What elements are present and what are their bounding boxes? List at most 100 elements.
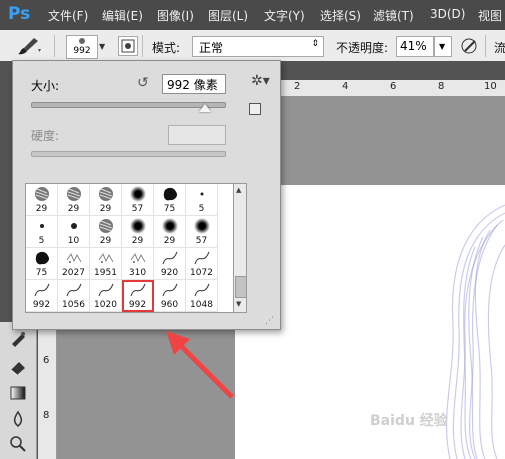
brush-preset-item[interactable]: 29	[154, 216, 186, 248]
brush-size-label: 1056	[62, 300, 85, 310]
brush-preset-picker[interactable]: 992	[66, 35, 98, 59]
brush-tip-icon	[97, 282, 115, 298]
separator	[54, 35, 55, 57]
size-slider-thumb[interactable]	[199, 104, 211, 112]
size-slider[interactable]	[31, 102, 226, 108]
brush-tip-icon	[97, 186, 115, 202]
brush-size-label: 29	[99, 204, 112, 214]
brush-preset-item[interactable]: 960	[154, 280, 186, 312]
brush-size-label: 310	[128, 268, 147, 278]
brush-tip-icon	[129, 250, 147, 266]
resize-grip-icon[interactable]: ⋰	[265, 316, 274, 326]
brush-preset-item[interactable]: 992	[26, 280, 58, 312]
brush-size-label: 992	[128, 300, 147, 310]
pressure-opacity-icon[interactable]	[460, 36, 480, 56]
brush-tip-icon	[65, 250, 83, 266]
brush-preview-icon	[79, 38, 85, 44]
menu-filter[interactable]: 滤镜(T)	[373, 7, 414, 24]
brush-preset-item[interactable]: 57	[122, 184, 154, 216]
mode-select[interactable]: 正常 ⇕	[192, 36, 324, 57]
brush-tip-icon	[33, 250, 51, 266]
brush-size-label: 29	[163, 236, 176, 246]
brush-preset-item[interactable]: 29	[26, 184, 58, 216]
ruler-tick-label: 10	[484, 81, 497, 92]
brush-preset-popup: 大小: ↺ 992 像素 ✲▾ 硬度: 29 29 29 57 75 5 5 10 29 29 29…	[12, 60, 281, 330]
new-preset-icon[interactable]	[249, 103, 261, 115]
brush-tip-icon	[193, 282, 211, 298]
brush-preset-item[interactable]: 1951	[90, 248, 122, 280]
ruler-tick-label: 6	[43, 355, 50, 366]
brush-preset-item[interactable]: 5	[186, 184, 218, 216]
scroll-up-icon[interactable]: ▲	[236, 186, 241, 194]
brush-tip-icon	[161, 218, 179, 234]
gear-icon[interactable]: ✲▾	[251, 73, 271, 89]
separator	[485, 35, 486, 57]
hardness-input[interactable]	[168, 125, 226, 145]
brush-preset-item[interactable]: 920	[154, 248, 186, 280]
menu-view[interactable]: 视图	[478, 7, 502, 24]
menu-3d[interactable]: 3D(D)	[430, 7, 465, 21]
menu-image[interactable]: 图像(I)	[157, 7, 194, 24]
brush-size-label: 29	[35, 204, 48, 214]
ruler-tick-label: 8	[43, 410, 50, 421]
hardness-slider[interactable]	[31, 151, 226, 157]
brush-size-label: 2027	[62, 268, 85, 278]
red-arrow-annotation	[166, 331, 234, 399]
ruler-tick-label: 6	[390, 81, 397, 92]
brush-list-scrollbar[interactable]: ▲ ▼	[233, 183, 247, 313]
brush-size-label: 75	[35, 268, 48, 278]
brush-preset-item[interactable]: 29	[90, 184, 122, 216]
photoshop-logo: Ps	[8, 4, 31, 24]
brush-tip-icon	[65, 186, 83, 202]
brush-preset-item[interactable]: 57	[186, 216, 218, 248]
brush-preset-item[interactable]: 75	[26, 248, 58, 280]
brush-panel-toggle-icon[interactable]	[118, 36, 138, 56]
brush-size-label: 1048	[190, 300, 213, 310]
size-label: 大小:	[31, 79, 60, 93]
brush-preset-item[interactable]: 29	[122, 216, 154, 248]
menu-type[interactable]: 文字(Y)	[264, 7, 305, 24]
brush-tip-icon	[129, 282, 147, 298]
dodge-tool-icon[interactable]	[8, 434, 28, 452]
brush-preset-item[interactable]: 10	[58, 216, 90, 248]
menu-file[interactable]: 文件(F)	[48, 7, 88, 24]
brush-preset-item[interactable]: 1056	[58, 280, 90, 312]
brush-preset-item[interactable]: 1072	[186, 248, 218, 280]
brush-preset-item[interactable]: 29	[58, 184, 90, 216]
brush-size-label: 1951	[94, 268, 117, 278]
mode-label: 模式:	[152, 41, 181, 55]
scrollbar-thumb[interactable]	[235, 276, 247, 298]
brush-size-label: 29	[67, 204, 80, 214]
brush-preset-item[interactable]: 1020	[90, 280, 122, 312]
gradient-tool-icon[interactable]	[8, 384, 28, 402]
menu-layer[interactable]: 图层(L)	[208, 7, 248, 24]
brush-tip-icon	[193, 218, 211, 234]
brush-size-label: 992	[32, 300, 51, 310]
size-input[interactable]: 992 像素	[162, 74, 226, 94]
blur-tool-icon[interactable]	[8, 410, 28, 428]
brush-preset-item[interactable]: 29	[90, 216, 122, 248]
brush-preset-item[interactable]: 310	[122, 248, 154, 280]
brush-size-label: 960	[160, 300, 179, 310]
brush-tool-icon[interactable]	[16, 36, 42, 56]
brush-tip-icon	[33, 186, 51, 202]
reset-size-icon[interactable]: ↺	[137, 75, 153, 91]
brush-preset-item[interactable]: 1048	[186, 280, 218, 312]
chevron-down-icon[interactable]: ▼	[99, 42, 105, 51]
ruler-tick-label: 8	[438, 81, 445, 92]
clone-stamp-tool-icon[interactable]	[8, 330, 28, 348]
eraser-tool-icon[interactable]	[8, 358, 28, 376]
opacity-input[interactable]: 41%	[396, 36, 434, 57]
tools-panel	[0, 322, 37, 459]
menu-edit[interactable]: 编辑(E)	[102, 7, 143, 24]
menu-select[interactable]: 选择(S)	[320, 7, 361, 24]
brush-preset-item-selected[interactable]: 992	[122, 280, 154, 312]
brush-preset-item[interactable]: 5	[26, 216, 58, 248]
brush-preset-item[interactable]: 75	[154, 184, 186, 216]
brush-preset-item[interactable]: 2027	[58, 248, 90, 280]
scroll-down-icon[interactable]: ▼	[236, 300, 241, 308]
opacity-value: 41%	[400, 39, 427, 53]
opacity-dropdown-button[interactable]: ▼	[434, 36, 452, 57]
brush-tip-icon	[33, 282, 51, 298]
chevron-down-icon: ▼	[439, 42, 446, 51]
